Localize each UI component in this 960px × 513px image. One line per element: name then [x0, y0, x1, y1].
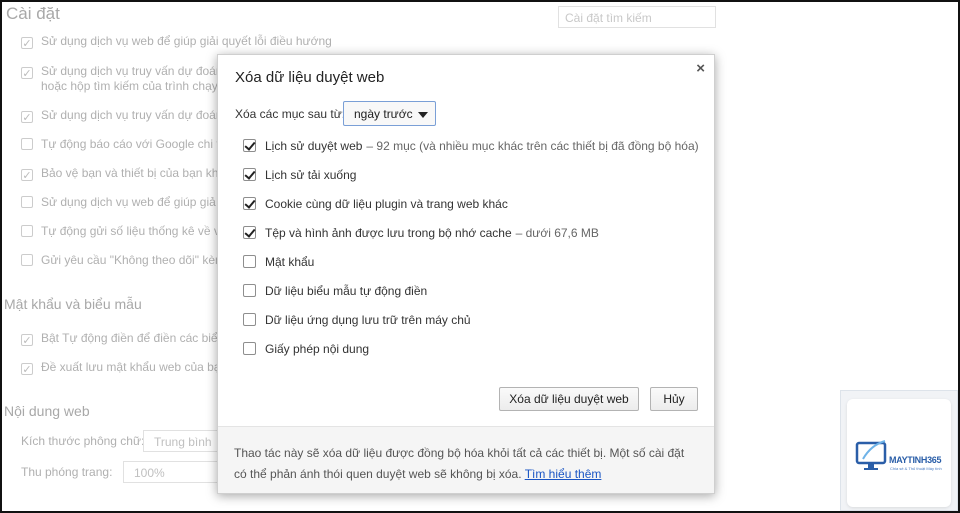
monitor-logo-icon [855, 440, 887, 470]
option-passwords[interactable]: Mật khẩu [243, 255, 314, 269]
logo-tagline: Chia sẻ & Thủ thuật Máy tính [890, 466, 942, 471]
checkbox-unchecked[interactable] [243, 255, 256, 268]
checkbox[interactable] [21, 196, 33, 208]
passwords-heading: Mật khẩu và biểu mẫu [4, 296, 142, 312]
checkbox[interactable]: ✓ [21, 37, 33, 50]
settings-row[interactable]: Gửi yêu cầu "Không theo dõi" kèm [21, 253, 225, 267]
web-content-heading: Nội dung web [4, 403, 90, 419]
settings-row[interactable]: ✓ Bật Tự động điền để điền các biể [21, 331, 218, 347]
option-cookies[interactable]: Cookie cùng dữ liệu plugin và trang web … [243, 197, 508, 211]
option-hosted-app-data[interactable]: Dữ liệu ứng dụng lưu trữ trên máy chủ [243, 313, 471, 327]
checkbox[interactable] [21, 254, 33, 266]
settings-search-input[interactable]: Cài đặt tìm kiếm [558, 6, 716, 28]
checkbox[interactable] [21, 225, 33, 237]
checkbox-unchecked[interactable] [243, 342, 256, 355]
settings-row[interactable]: ✓ Sử dụng dịch vụ truy vấn dự đoán [21, 64, 223, 80]
option-browsing-history[interactable]: Lịch sử duyệt web – 92 mục (và nhiều mục … [243, 139, 699, 153]
settings-row[interactable]: Tự động gửi số liệu thống kê về v [21, 224, 220, 238]
checkbox-checked[interactable] [243, 197, 256, 210]
checkbox-checked[interactable] [243, 168, 256, 181]
checkbox[interactable]: ✓ [21, 67, 33, 80]
checkbox[interactable]: ✓ [21, 111, 33, 124]
dialog-title: Xóa dữ liệu duyệt web [235, 69, 385, 86]
option-download-history[interactable]: Lịch sử tải xuống [243, 168, 356, 182]
time-range-label: Xóa các mục sau từ: [235, 107, 346, 121]
time-range-select[interactable]: ngày trước [343, 101, 436, 126]
checkbox-checked[interactable] [243, 226, 256, 239]
learn-more-link[interactable]: Tìm hiểu thêm [525, 467, 602, 481]
checkbox-unchecked[interactable] [243, 313, 256, 326]
logo-brand: MAYTINH365 [889, 455, 942, 465]
watermark-logo: MAYTINH365 Chia sẻ & Thủ thuật Máy tính [840, 390, 958, 511]
option-autofill[interactable]: Dữ liệu biểu mẫu tự động điền [243, 284, 427, 298]
settings-row[interactable]: ✓ Đề xuất lưu mật khẩu web của bạ [21, 360, 220, 376]
checkbox[interactable] [21, 138, 33, 150]
settings-title: Cài đặt [6, 4, 60, 23]
cancel-button[interactable]: Hủy [650, 387, 698, 411]
settings-row[interactable]: ✓ Sử dụng dịch vụ web để giúp giải quyết … [21, 34, 332, 50]
checkbox[interactable]: ✓ [21, 169, 33, 182]
settings-row[interactable]: ✓ Sử dụng dịch vụ truy vấn dự đoán [21, 108, 223, 124]
settings-row[interactable]: Sử dụng dịch vụ web để giúp giả [21, 195, 216, 209]
close-icon[interactable]: × [696, 60, 705, 77]
caret-down-icon [418, 112, 428, 118]
checkbox[interactable]: ✓ [21, 363, 33, 376]
time-range-value: ngày trước [354, 107, 413, 121]
checkbox-checked[interactable] [243, 139, 256, 152]
option-content-licenses[interactable]: Giấy phép nội dung [243, 342, 369, 356]
clear-data-button[interactable]: Xóa dữ liệu duyệt web [499, 387, 639, 411]
settings-row[interactable]: ✓ Bảo vệ bạn và thiết bị của bạn kh [21, 166, 218, 182]
settings-row-continued: hoặc hộp tìm kiếm của trình chạy [41, 79, 218, 93]
checkbox[interactable]: ✓ [21, 334, 33, 347]
option-cache[interactable]: Tệp và hình ảnh được lưu trong bộ nhớ ca… [243, 226, 599, 240]
clear-browsing-data-dialog: Xóa dữ liệu duyệt web × Xóa các mục sau … [217, 54, 715, 494]
dialog-footer: Thao tác này sẽ xóa dữ liệu được đồng bộ… [218, 426, 714, 493]
logo-card: MAYTINH365 Chia sẻ & Thủ thuật Máy tính [847, 399, 951, 507]
settings-row[interactable]: Tự động báo cáo với Google chi t [21, 137, 220, 151]
footer-text: Thao tác này sẽ xóa dữ liệu được đồng bộ… [234, 446, 685, 481]
checkbox-unchecked[interactable] [243, 284, 256, 297]
browser-window: Cài đặt Cài đặt tìm kiếm ✓ Sử dụng dịch v… [0, 0, 960, 513]
zoom-select[interactable]: 100% [123, 461, 223, 483]
font-size-label: Kích thước phông chữ: [21, 434, 145, 448]
zoom-label: Thu phóng trang: [21, 465, 113, 479]
font-size-select[interactable]: Trung bình [143, 430, 223, 452]
